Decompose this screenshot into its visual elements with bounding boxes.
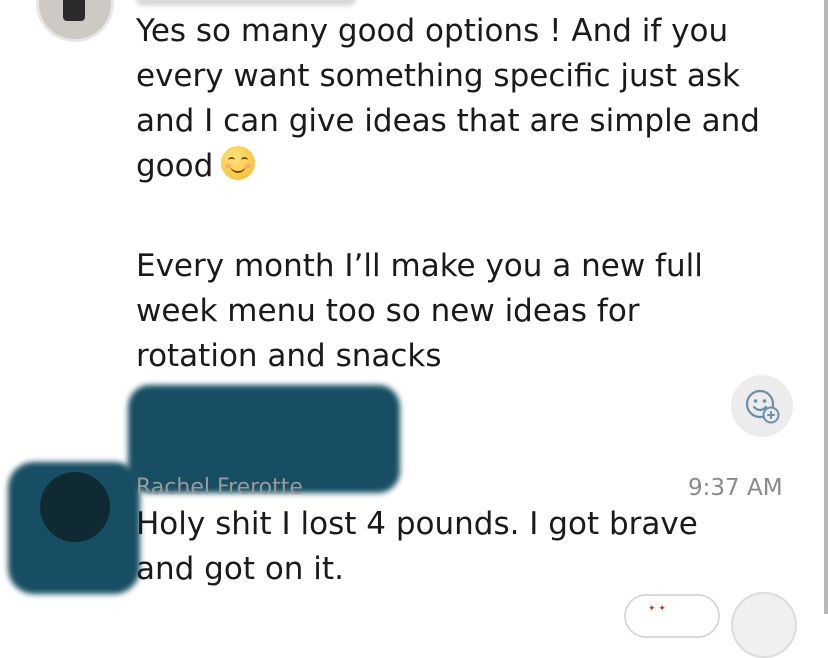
message-line: good — [136, 148, 214, 184]
message-line: week menu too so new ideas for — [136, 293, 640, 329]
message-text: Every month I’ll make you a new full wee… — [136, 244, 806, 379]
smiling-face-emoji-icon — [221, 146, 256, 180]
message-timestamp: 9:37 AM — [688, 475, 783, 501]
window-edge — [824, 0, 828, 614]
message-line: and I can give ideas that are simple and — [136, 103, 760, 139]
message-line: Yes so many good options ! And if you — [136, 13, 729, 49]
add-reaction-button[interactable] — [731, 592, 797, 658]
message-line: every want something specific just ask — [136, 58, 740, 94]
sender-name: Rachel Frerotte — [136, 475, 303, 500]
reaction-pill[interactable]: ✦ ✦ — [624, 594, 720, 638]
reaction-emoji-icon: ✦ ✦ — [648, 604, 666, 614]
message-text: Holy shit I lost 4 pounds. I got brave a… — [136, 502, 806, 592]
message-line: and got on it. — [136, 551, 344, 587]
message-line: rotation and snacks — [136, 338, 442, 374]
message-line: Every month I’ll make you a new full — [136, 248, 703, 284]
message-text: Yes so many good options ! And if you ev… — [136, 9, 806, 189]
avatar[interactable] — [40, 472, 110, 542]
add-reaction-icon — [745, 389, 780, 424]
sender-name-cropped — [136, 0, 356, 6]
avatar-figure — [63, 0, 85, 21]
add-reaction-button[interactable] — [731, 375, 793, 437]
message-line: Holy shit I lost 4 pounds. I got brave — [136, 506, 698, 542]
avatar[interactable] — [36, 0, 114, 42]
